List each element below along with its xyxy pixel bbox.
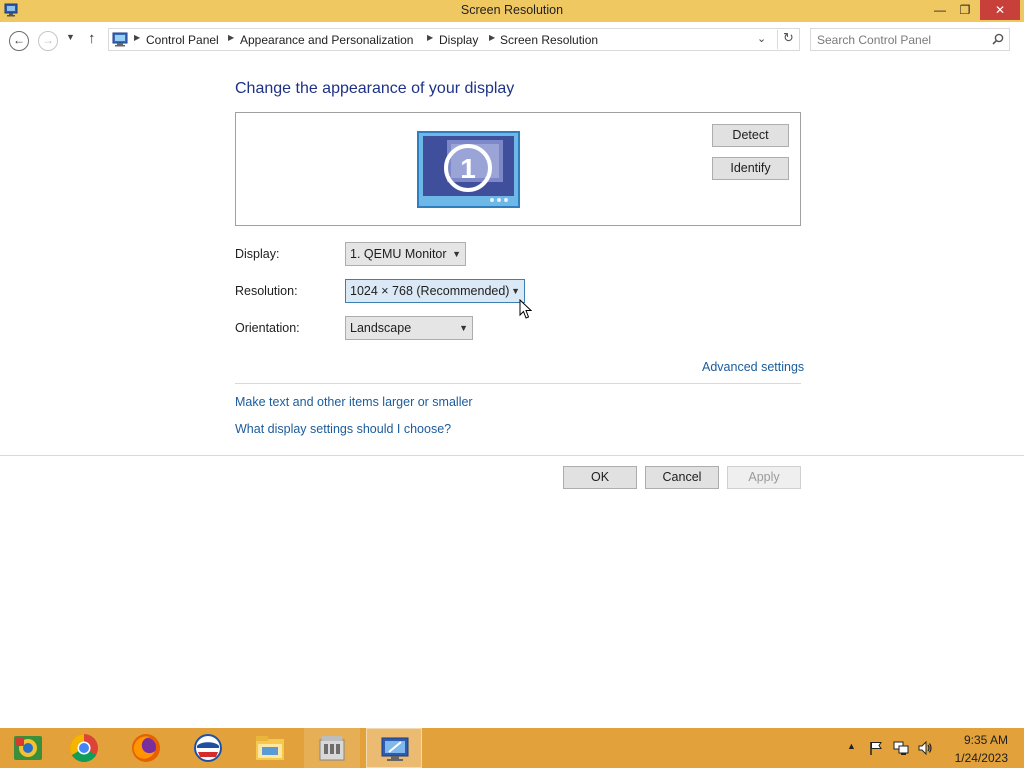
breadcrumb-separator-icon[interactable]: ▶ [134, 33, 140, 42]
taskbar: ▲ 9:35 AM 1/24/2023 [0, 728, 1024, 768]
opera-icon [194, 734, 222, 762]
chevron-down-icon: ▼ [459, 323, 468, 333]
breadcrumb-appearance-personalization[interactable]: Appearance and Personalization [240, 33, 413, 47]
page-heading: Change the appearance of your display [235, 80, 515, 97]
title-bar: Screen Resolution — ❐ ✕ [0, 0, 1024, 22]
orientation-select-value: Landscape [350, 321, 412, 335]
taskbar-screen-resolution[interactable] [366, 728, 422, 768]
display-select[interactable]: 1. QEMU Monitor ▼ [345, 242, 466, 266]
taskbar-opera[interactable] [180, 728, 236, 768]
breadcrumb-separator-icon[interactable]: ▶ [228, 33, 234, 42]
taskbar-firefox[interactable] [118, 728, 174, 768]
breadcrumb-screen-resolution[interactable]: Screen Resolution [500, 33, 598, 47]
clock-date[interactable]: 1/24/2023 [940, 751, 1008, 765]
taskbar-chrome[interactable] [56, 728, 112, 768]
minimize-button[interactable]: — [928, 0, 952, 20]
store-icon [319, 736, 345, 761]
volume-icon[interactable] [917, 740, 933, 756]
address-bar[interactable]: ▶ Control Panel ▶ Appearance and Persona… [108, 28, 800, 51]
search-input[interactable] [817, 32, 987, 47]
display-select-value: 1. QEMU Monitor [350, 247, 447, 261]
taskbar-control-panel[interactable] [0, 728, 56, 768]
restore-button[interactable]: ❐ [954, 0, 976, 20]
detect-button[interactable]: Detect [712, 124, 789, 147]
breadcrumb-control-panel[interactable]: Control Panel [146, 33, 219, 47]
breadcrumb-separator-icon[interactable]: ▶ [489, 33, 495, 42]
ok-button[interactable]: OK [563, 466, 637, 489]
clock-time[interactable]: 9:35 AM [940, 733, 1008, 747]
firefox-icon [132, 734, 160, 762]
taskbar-store[interactable] [304, 728, 360, 768]
control-panel-location-icon [112, 32, 128, 47]
show-hidden-icons-chevron-icon[interactable]: ▲ [847, 741, 856, 768]
advanced-settings-link[interactable]: Advanced settings [702, 360, 804, 374]
monitor-1-icon[interactable]: 1 [417, 131, 520, 208]
taskbar-file-explorer[interactable] [242, 728, 298, 768]
mouse-cursor-icon [519, 299, 532, 319]
action-center-flag-icon[interactable] [868, 740, 884, 756]
resolution-label: Resolution: [235, 284, 298, 298]
resolution-select[interactable]: 1024 × 768 (Recommended) ▼ [345, 279, 525, 303]
display-help-link[interactable]: What display settings should I choose? [235, 422, 451, 436]
text-size-link[interactable]: Make text and other items larger or smal… [235, 395, 473, 409]
section-divider [235, 383, 801, 384]
identify-button[interactable]: Identify [712, 157, 789, 180]
display-settings-icon [381, 737, 409, 761]
refresh-icon[interactable]: ↻ [777, 30, 799, 49]
display-label: Display: [235, 247, 280, 261]
search-box[interactable] [810, 28, 1010, 51]
breadcrumb-display[interactable]: Display [439, 33, 478, 47]
address-history-chevron-icon[interactable]: ⌄ [757, 32, 766, 45]
chevron-down-icon: ▼ [452, 249, 461, 259]
file-explorer-icon [256, 736, 284, 760]
breadcrumb-separator-icon[interactable]: ▶ [427, 33, 433, 42]
search-icon[interactable] [992, 33, 1004, 45]
orientation-select[interactable]: Landscape ▼ [345, 316, 473, 340]
orientation-label: Orientation: [235, 321, 300, 335]
cancel-button[interactable]: Cancel [645, 466, 719, 489]
close-button[interactable]: ✕ [980, 0, 1020, 20]
recent-locations-chevron-icon[interactable]: ▼ [66, 32, 75, 42]
up-button[interactable]: ↑ [88, 30, 96, 47]
forward-button[interactable]: → [38, 31, 58, 51]
footer-divider [0, 455, 1024, 456]
resolution-select-value: 1024 × 768 (Recommended) [350, 284, 510, 298]
back-button[interactable]: ← [9, 31, 29, 51]
window-title: Screen Resolution [460, 3, 564, 17]
monitor-preview-panel: 1 Detect Identify [235, 112, 801, 226]
monitor-number: 1 [460, 153, 476, 184]
control-panel-icon [14, 736, 42, 760]
chrome-icon [70, 734, 98, 762]
apply-button[interactable]: Apply [727, 466, 801, 489]
network-icon[interactable] [893, 740, 909, 756]
navigation-bar: ← → ▼ ↑ ▶ Control Panel ▶ Appearance and… [0, 22, 1024, 58]
